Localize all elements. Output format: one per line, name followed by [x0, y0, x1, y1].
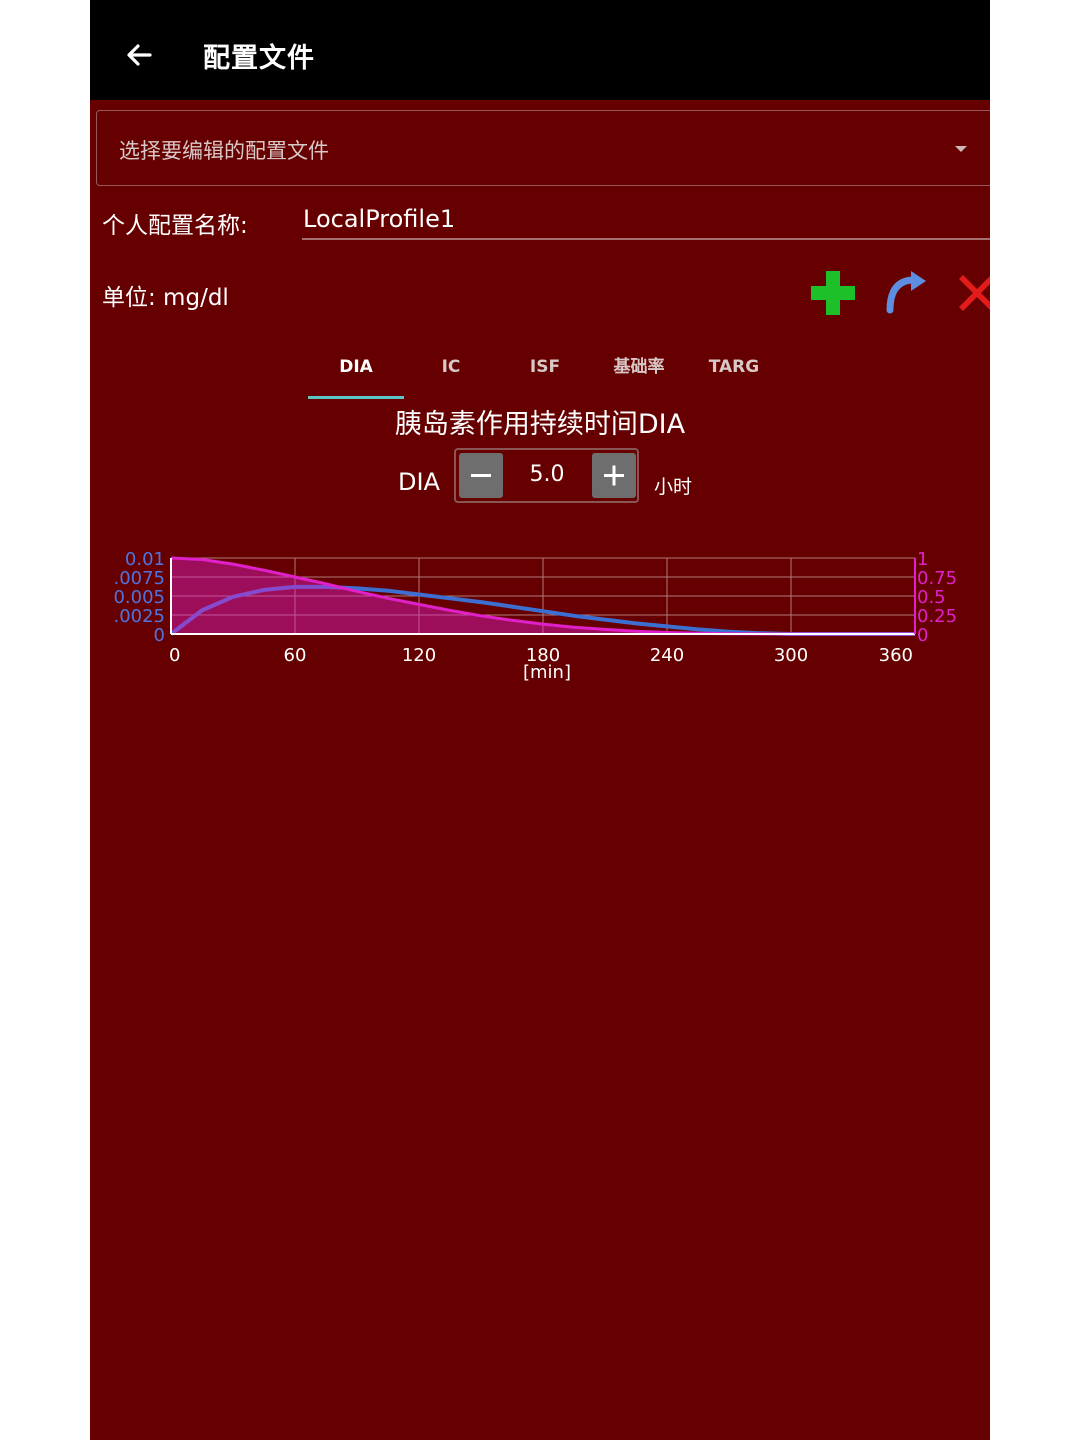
tab-targ[interactable]: TARG	[686, 350, 782, 400]
profile-name-input[interactable]: LocalProfile1	[302, 200, 990, 240]
x-tick-label: 360	[879, 645, 913, 666]
page-title: 配置文件	[203, 43, 315, 74]
units-label: 单位: mg/dl	[102, 285, 229, 311]
y-right-tick-label: 0.75	[917, 568, 957, 589]
x-axis-label: [min]	[523, 662, 571, 683]
dia-value[interactable]: 5.0	[506, 462, 588, 487]
delete-profile-icon[interactable]	[954, 270, 990, 316]
tab-ic[interactable]: IC	[404, 350, 498, 400]
x-tick-label: 120	[402, 645, 436, 666]
x-tick-label: 60	[284, 645, 307, 666]
profile-tabs: DIA IC ISF 基础率 TARG	[308, 350, 788, 402]
decrement-button[interactable]	[459, 453, 503, 498]
back-arrow-icon[interactable]	[124, 40, 154, 70]
add-profile-icon[interactable]	[808, 268, 858, 318]
plus-icon	[604, 465, 624, 486]
y-right-tick-label: 0.5	[917, 587, 946, 608]
minus-icon	[471, 474, 491, 477]
x-tick-label: 0	[169, 645, 180, 666]
top-app-bar: 配置文件	[90, 0, 990, 100]
y-right-tick-label: 0.25	[917, 606, 957, 627]
y-right-tick-label: 0	[917, 625, 928, 646]
dia-stepper: 5.0	[454, 448, 639, 503]
dia-field-label: DIA	[398, 468, 440, 496]
tab-dia[interactable]: DIA	[308, 350, 404, 400]
profile-select-placeholder: 选择要编辑的配置文件	[119, 139, 329, 163]
y-right-tick-label: 1	[917, 549, 928, 570]
insulin-activity-chart: 0.00250.005.00750.0100.250.50.7510 60 120 1…	[113, 549, 957, 683]
chevron-down-icon	[955, 146, 967, 152]
y-left-tick-label: 0.01	[125, 549, 165, 570]
active-tab-indicator	[308, 396, 404, 399]
y-left-tick-label: .0025	[113, 606, 165, 627]
y-left-tick-label: .0075	[113, 568, 165, 589]
undo-icon[interactable]	[884, 270, 928, 314]
profile-name-label: 个人配置名称:	[102, 213, 248, 239]
increment-button[interactable]	[592, 453, 636, 498]
tab-basal[interactable]: 基础率	[592, 350, 686, 400]
y-left-tick-label: 0.005	[113, 587, 165, 608]
app-screen: 配置文件 选择要编辑的配置文件 个人配置名称: LocalProfile1 单位…	[90, 0, 990, 1440]
x-tick-label: 240	[650, 645, 684, 666]
dia-unit-label: 小时	[654, 476, 693, 498]
y-left-tick-label: 0	[154, 625, 165, 646]
dia-section-title: 胰岛素作用持续时间DIA	[394, 409, 686, 440]
tab-isf[interactable]: ISF	[498, 350, 592, 400]
profile-select-dropdown[interactable]: 选择要编辑的配置文件	[96, 110, 990, 186]
x-tick-label: 300	[774, 645, 808, 666]
